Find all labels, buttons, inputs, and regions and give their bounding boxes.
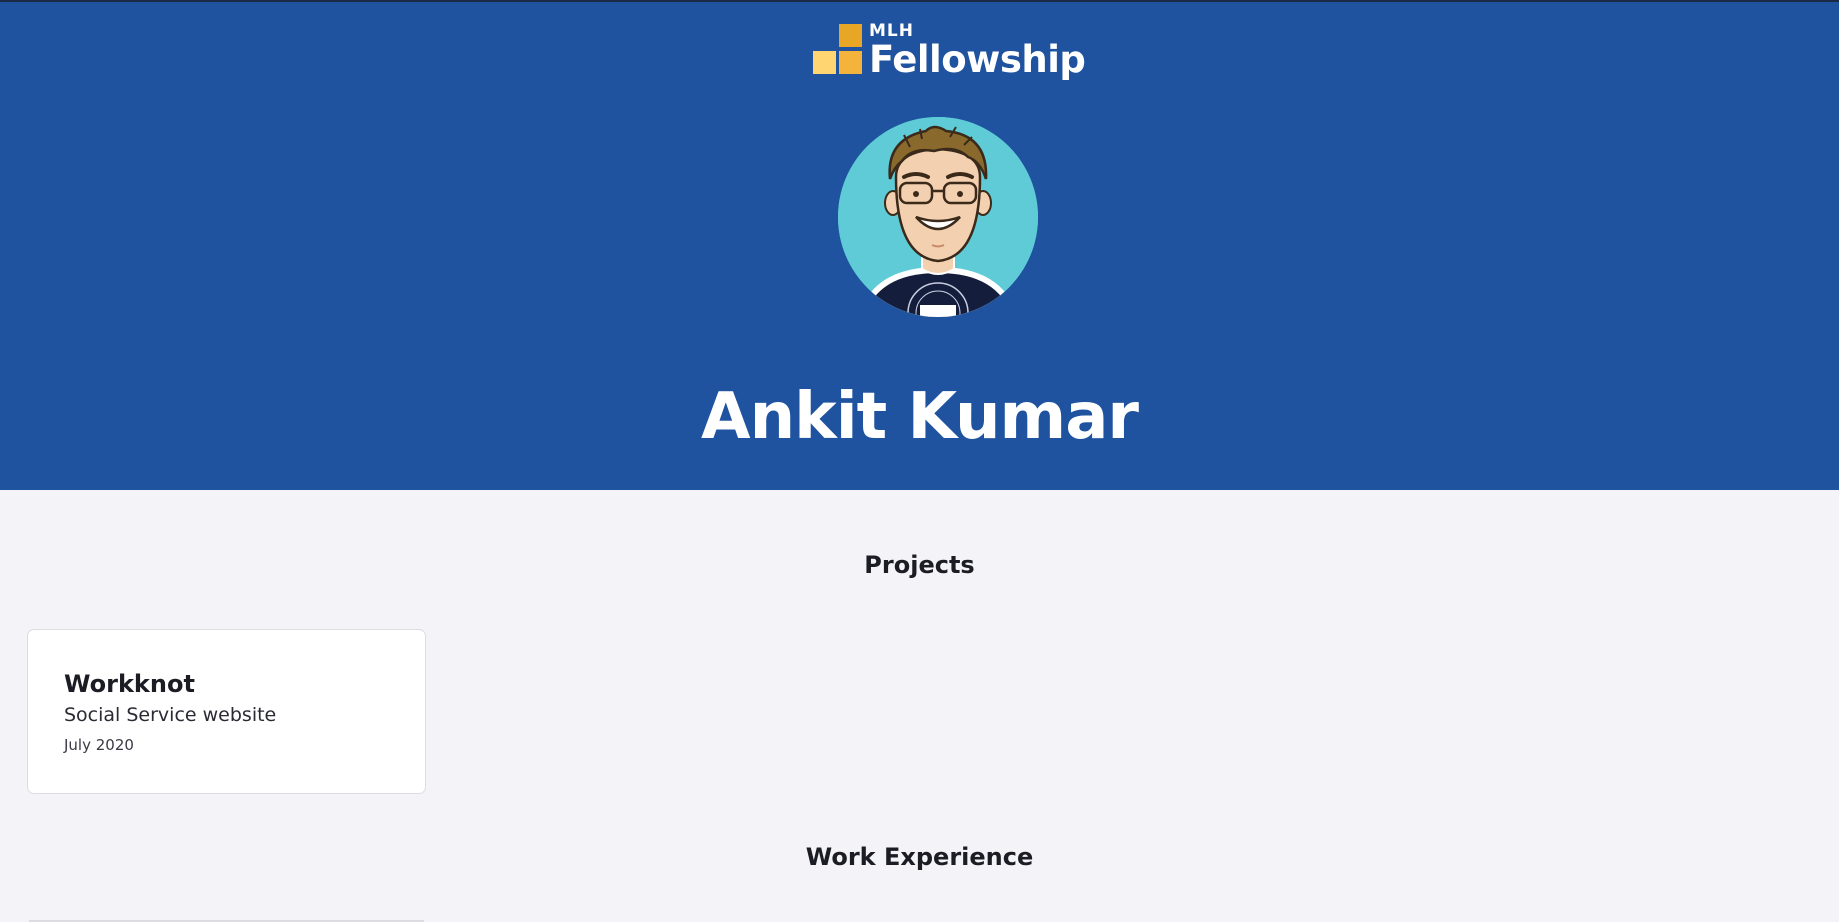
- hero-header: MLH Fellowship Ankit Kumar: [0, 0, 1839, 490]
- mlh-fellowship-logo[interactable]: MLH Fellowship: [813, 22, 1086, 81]
- logo-squares-icon: [813, 24, 863, 78]
- work-experience-heading: Work Experience: [805, 843, 1034, 871]
- profile-name: Ankit Kumar: [701, 380, 1139, 454]
- project-title: Workknot: [64, 670, 195, 698]
- project-description: Social Service website: [64, 704, 277, 726]
- project-date: July 2020: [64, 736, 134, 754]
- logo-title: Fellowship: [869, 38, 1086, 81]
- avatar: [838, 117, 1038, 317]
- project-card[interactable]: Workknot Social Service website July 202…: [27, 629, 426, 794]
- mlh-mascot-avatar-icon: [838, 117, 1038, 317]
- projects-heading: Projects: [864, 551, 975, 579]
- page: MLH Fellowship Ankit Kumar Projects Work…: [0, 0, 1839, 922]
